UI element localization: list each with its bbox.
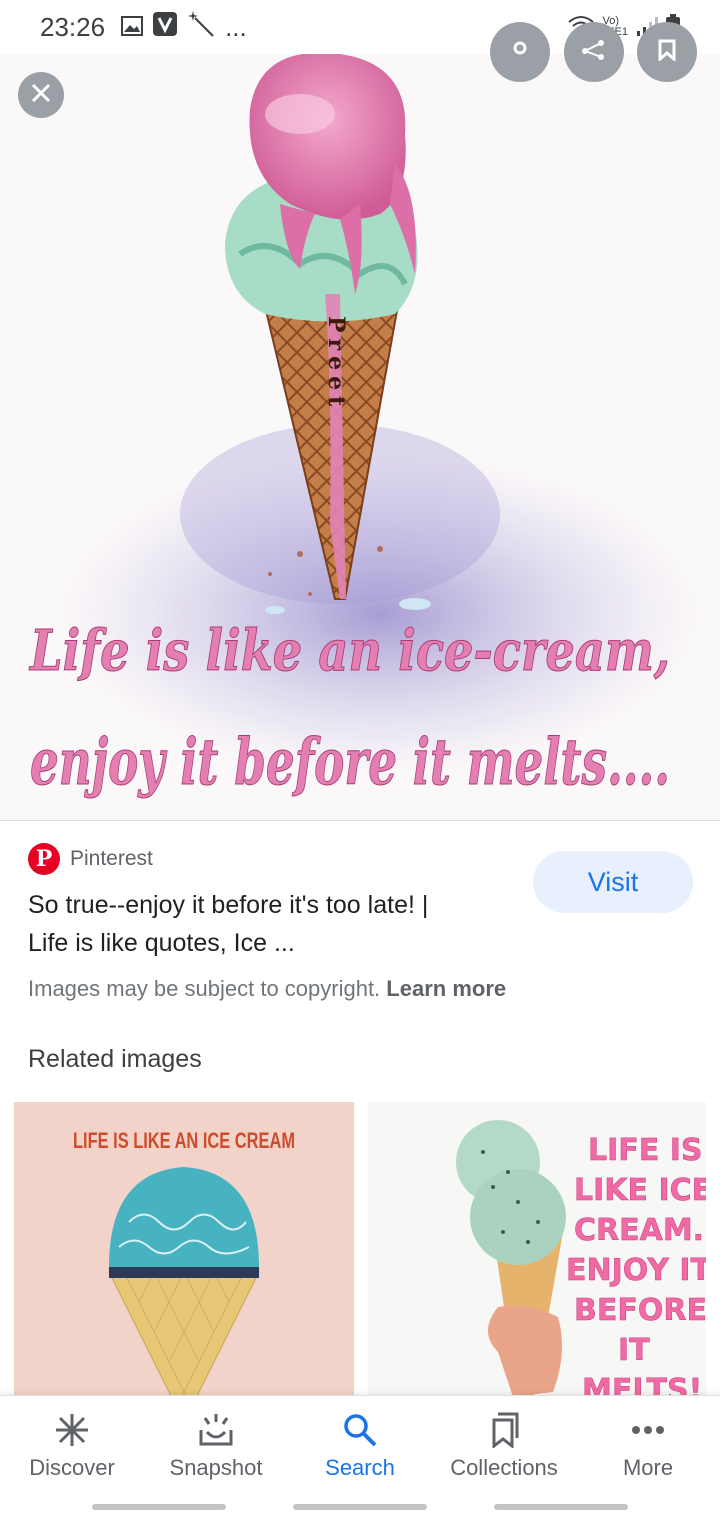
gallery-icon: [121, 12, 144, 43]
hero-caption-line2: enjoy it before it melts....: [30, 725, 670, 800]
related-image-2-line7: MELTS!: [582, 1373, 702, 1395]
lens-button[interactable]: [490, 22, 550, 82]
learn-more-link[interactable]: Learn more: [386, 976, 506, 1001]
visit-button[interactable]: Visit: [533, 851, 693, 913]
copyright-text: Images may be subject to copyright.: [28, 976, 381, 1001]
related-image-2-line3: CREAM.: [574, 1213, 704, 1248]
share-button[interactable]: [564, 22, 624, 82]
close-button[interactable]: [18, 72, 64, 118]
save-button[interactable]: [637, 22, 697, 82]
pinterest-logo-icon: P: [28, 843, 60, 875]
main-image[interactable]: Preet Life is like an ice-cream, enjoy i…: [0, 54, 720, 820]
cone-text: Preet: [323, 316, 349, 412]
related-image-2-line5: BEFORE: [574, 1293, 706, 1328]
divider: [0, 820, 720, 821]
copyright-notice: Images may be subject to copyright. Lear…: [28, 976, 506, 1002]
nav-more[interactable]: More: [576, 1396, 720, 1495]
status-time: 23:26: [40, 11, 106, 42]
search-icon: [342, 1411, 378, 1449]
related-image-2-line2: LIKE ICE: [574, 1173, 706, 1208]
close-icon: [30, 82, 52, 109]
related-image-2-line4: ENJOY IT: [566, 1253, 706, 1288]
nav-collections[interactable]: Collections: [432, 1396, 576, 1495]
nav-search-label: Search: [325, 1454, 395, 1480]
nav-collections-label: Collections: [450, 1454, 558, 1480]
source-name: Pinterest: [70, 847, 153, 870]
nav-discover-label: Discover: [29, 1454, 115, 1480]
related-image-2[interactable]: LIFE IS LIKE ICE CREAM. ENJOY IT BEFORE …: [368, 1102, 706, 1395]
hero-caption-line1: Life is like an ice-cream,: [28, 618, 670, 684]
more-dots-icon: [630, 1411, 666, 1449]
result-title-line1: So true--enjoy it before it's too late! …: [28, 891, 429, 919]
nav-search[interactable]: Search: [288, 1396, 432, 1495]
lens-icon: [508, 40, 532, 65]
collections-icon: [488, 1411, 520, 1449]
result-title-line2: Life is like quotes, Ice ...: [28, 929, 295, 957]
related-image-2-line1: LIFE IS: [588, 1133, 702, 1168]
related-image-1-caption: LIFE IS LIKE AN ICE CREAM: [73, 1128, 295, 1153]
related-image-2-line6: IT: [618, 1333, 650, 1368]
gesture-recents[interactable]: [92, 1504, 226, 1510]
share-icon: [581, 39, 607, 66]
related-image-1[interactable]: LIFE IS LIKE AN ICE CREAM: [14, 1102, 354, 1395]
nav-snapshot[interactable]: Snapshot: [144, 1396, 288, 1495]
nav-snapshot-label: Snapshot: [169, 1454, 263, 1480]
related-images-heading: Related images: [28, 1045, 202, 1073]
related-image-2-art: LIFE IS LIKE ICE CREAM. ENJOY IT BEFORE …: [456, 1120, 706, 1395]
bottom-navigation: Discover Snapshot Search Collections Mor…: [0, 1395, 720, 1495]
nav-discover[interactable]: Discover: [0, 1396, 144, 1495]
bookmark-icon: [656, 39, 678, 66]
gesture-home[interactable]: [293, 1504, 427, 1510]
ice-cream-illustration: Preet Life is like an ice-cream, enjoy i…: [28, 54, 700, 801]
magic-wand-icon: [187, 10, 215, 45]
related-image-1-art: LIFE IS LIKE AN ICE CREAM: [73, 1128, 295, 1395]
gesture-back[interactable]: [494, 1504, 628, 1510]
overflow-dots: ...: [225, 11, 247, 42]
snapshot-icon: [197, 1411, 235, 1449]
source-row[interactable]: P Pinterest: [28, 843, 153, 875]
nav-more-label: More: [622, 1454, 674, 1480]
v-app-icon: [153, 11, 178, 43]
result-title[interactable]: So true--enjoy it before it's too late! …: [28, 886, 498, 962]
asterisk-icon: [54, 1411, 90, 1449]
